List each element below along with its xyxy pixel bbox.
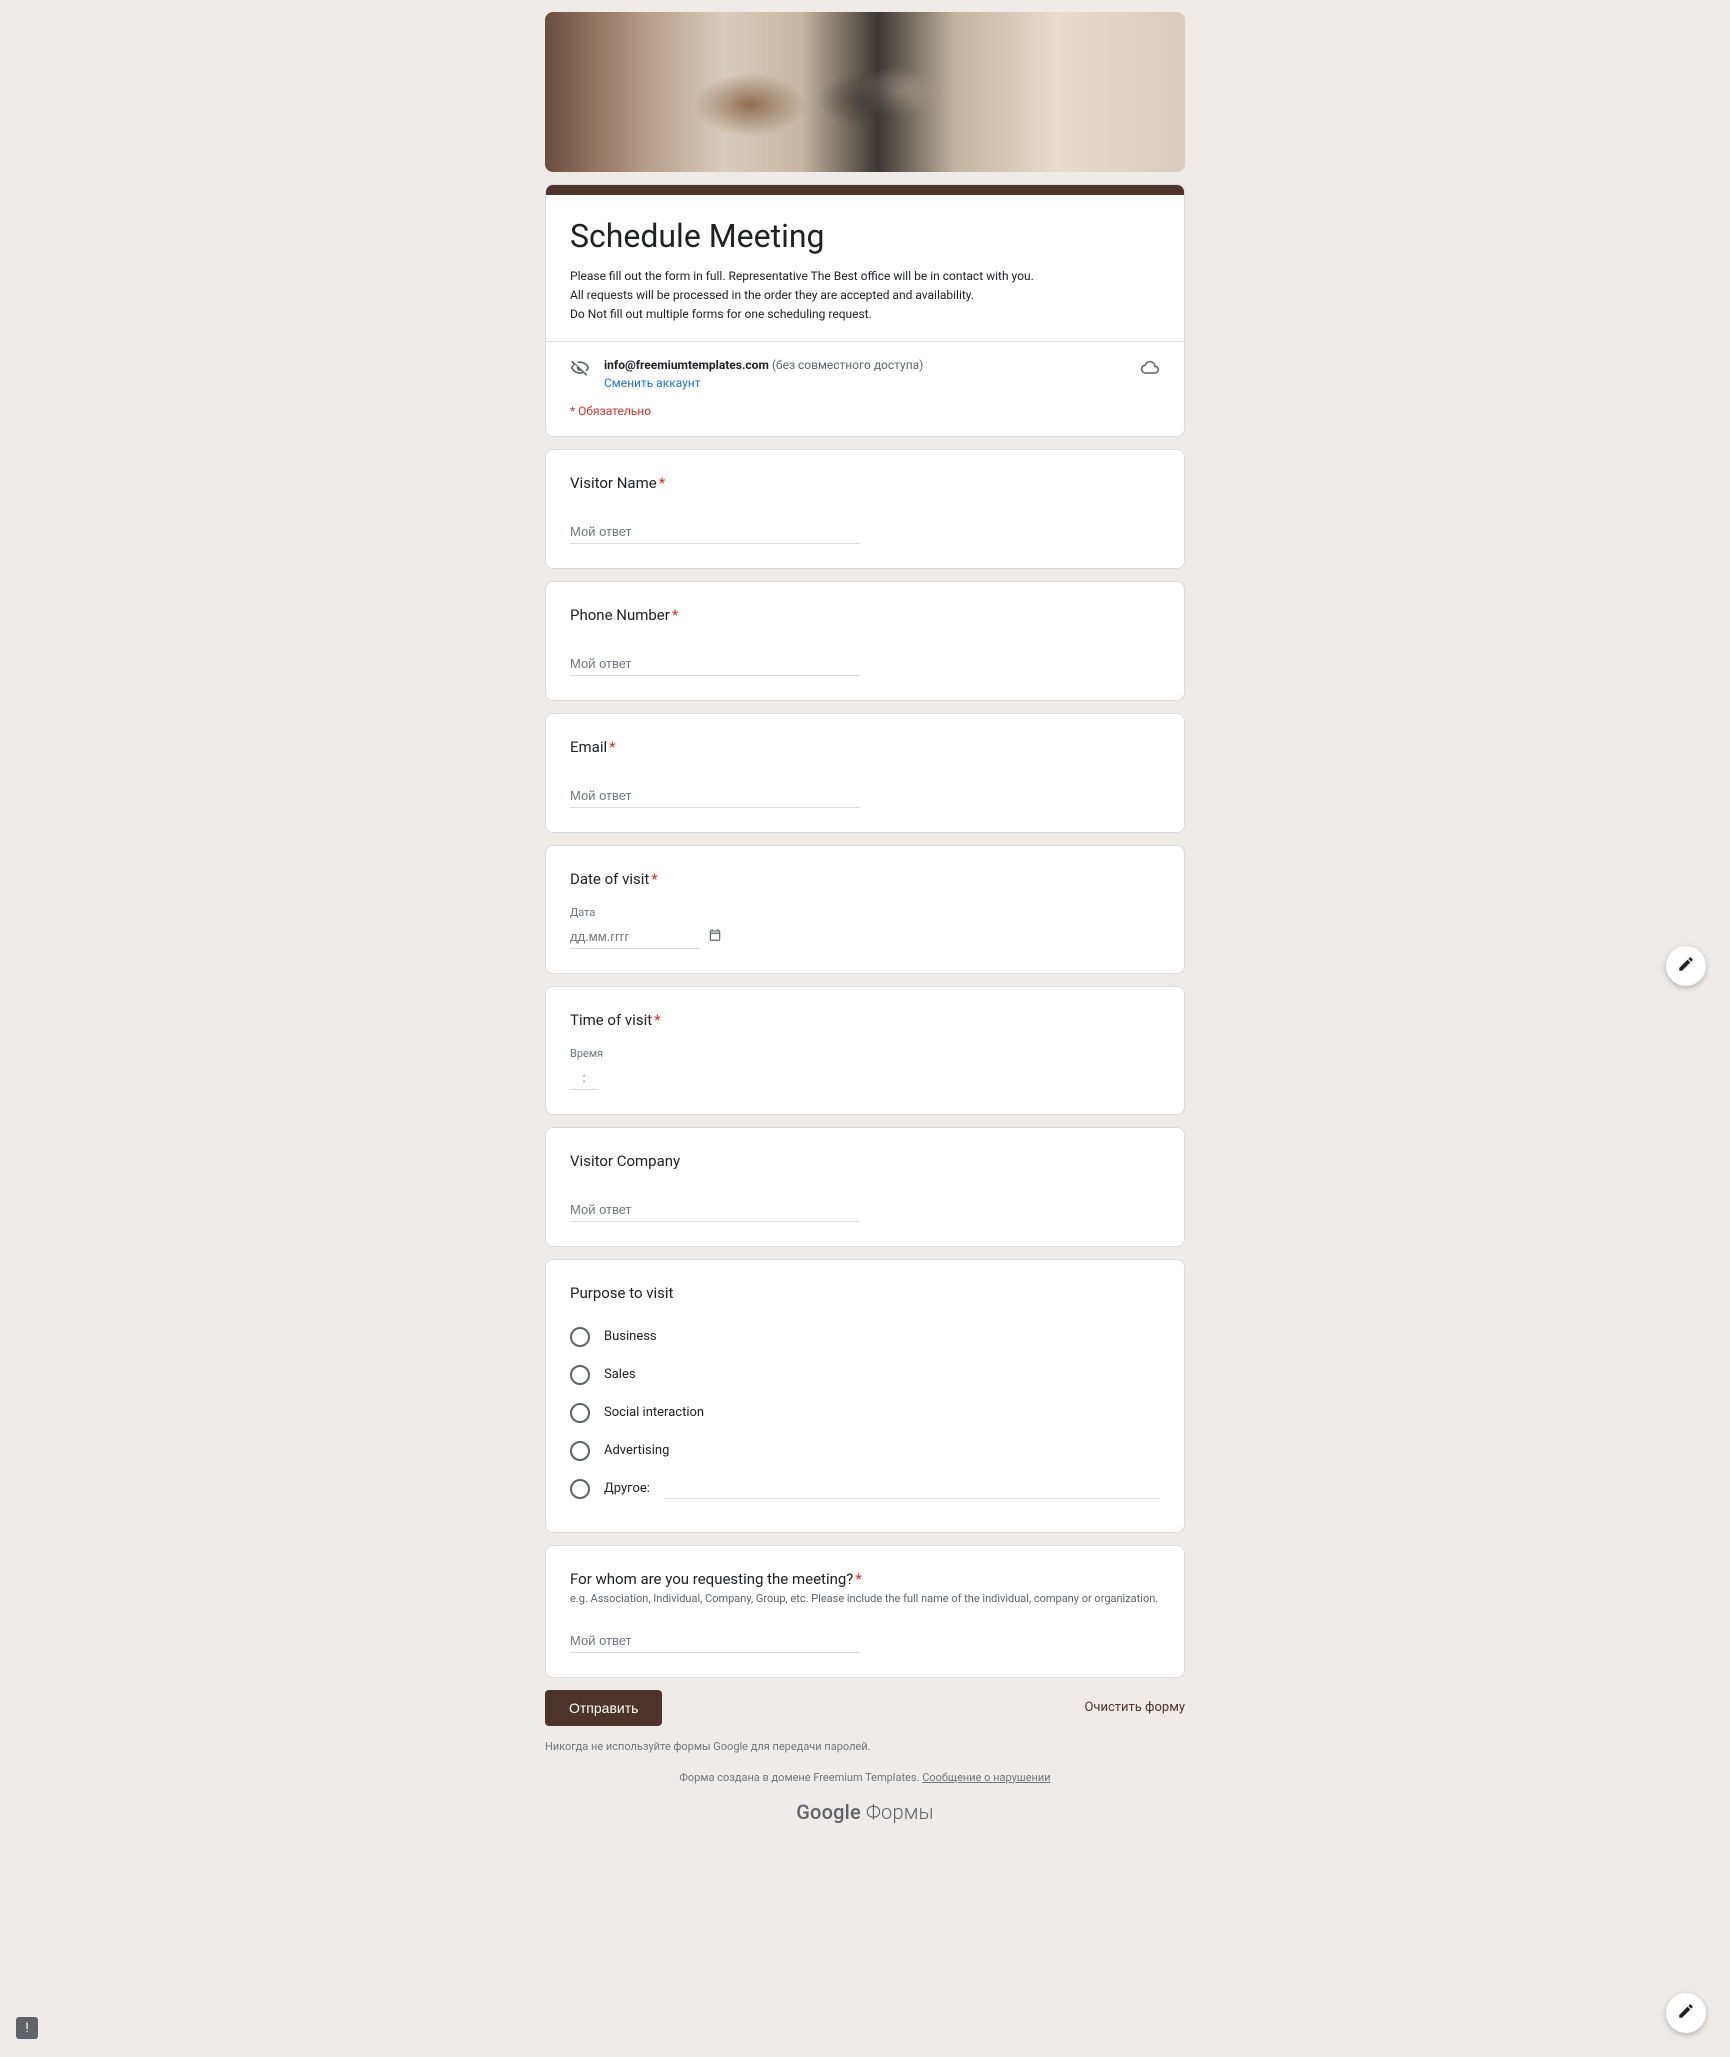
radio-option-other[interactable]: Другое:: [570, 1470, 1160, 1508]
date-sub-label: Дата: [570, 906, 1160, 919]
radio-icon: [570, 1327, 590, 1347]
radio-option-sales[interactable]: Sales: [570, 1356, 1160, 1394]
radio-option-business[interactable]: Business: [570, 1318, 1160, 1356]
report-abuse-link[interactable]: Сообщение о нарушении: [922, 1771, 1050, 1784]
radio-label: Sales: [604, 1367, 636, 1382]
question-label: Email*: [570, 738, 1160, 756]
radio-option-advertising[interactable]: Advertising: [570, 1432, 1160, 1470]
other-text-input[interactable]: [664, 1479, 1160, 1499]
question-label: Visitor Company: [570, 1152, 1160, 1170]
question-label: Visitor Name*: [570, 474, 1160, 492]
required-indicator-note: * Обязательно: [546, 394, 1184, 436]
radio-label: Другое:: [604, 1481, 650, 1496]
time-sub-label: Время: [570, 1047, 1160, 1060]
footer-domain-note: Форма создана в домене Freemium Template…: [545, 1771, 1185, 1784]
form-description: Please fill out the form in full. Repres…: [570, 267, 1160, 325]
question-label: Purpose to visit: [570, 1284, 1160, 1302]
question-label: Phone Number*: [570, 606, 1160, 624]
radio-icon: [570, 1365, 590, 1385]
question-label: For whom are you requesting the meeting?…: [570, 1570, 1160, 1588]
question-visitor-company: Visitor Company: [545, 1127, 1185, 1247]
radio-label: Business: [604, 1329, 657, 1344]
question-purpose: Purpose to visit Business Sales Social i…: [545, 1259, 1185, 1533]
eye-off-icon: [570, 358, 590, 378]
phone-input[interactable]: [570, 652, 860, 676]
report-problem-chip[interactable]: !: [16, 2017, 38, 2039]
google-forms-logo[interactable]: Google Формы: [545, 1800, 1185, 1824]
exclamation-icon: !: [25, 2021, 28, 2036]
question-visitor-name: Visitor Name*: [545, 449, 1185, 569]
pencil-icon: [1677, 955, 1695, 977]
account-sharing-note: (без совместного доступа): [772, 358, 924, 372]
form-banner-image: [545, 12, 1185, 172]
visitor-company-input[interactable]: [570, 1198, 860, 1222]
question-description: e.g. Association, Individual, Company, G…: [570, 1592, 1160, 1605]
radio-option-social[interactable]: Social interaction: [570, 1394, 1160, 1432]
visitor-name-input[interactable]: [570, 520, 860, 544]
radio-icon: [570, 1479, 590, 1499]
pencil-icon: [1677, 2002, 1695, 2024]
question-time-of-visit: Time of visit* Время: [545, 986, 1185, 1115]
time-input[interactable]: [570, 1066, 598, 1090]
cloud-icon: [1140, 358, 1160, 378]
account-email: info@freemiumtemplates.com: [604, 358, 769, 372]
question-email: Email*: [545, 713, 1185, 833]
question-for-whom: For whom are you requesting the meeting?…: [545, 1545, 1185, 1678]
radio-icon: [570, 1441, 590, 1461]
form-title: Schedule Meeting: [570, 217, 1160, 255]
question-phone: Phone Number*: [545, 581, 1185, 701]
edit-form-button[interactable]: [1666, 946, 1706, 986]
submit-button[interactable]: Отправить: [545, 1690, 662, 1726]
switch-account-link[interactable]: Сменить аккаунт: [604, 376, 701, 390]
password-warning: Никогда не используйте формы Google для …: [545, 1740, 1185, 1753]
form-header-card: Schedule Meeting Please fill out the for…: [545, 184, 1185, 437]
question-label: Time of visit*: [570, 1011, 1160, 1029]
question-label: Date of visit*: [570, 870, 1160, 888]
radio-icon: [570, 1403, 590, 1423]
accent-bar: [546, 185, 1184, 195]
calendar-icon[interactable]: [708, 927, 722, 946]
radio-label: Social interaction: [604, 1405, 704, 1420]
email-input[interactable]: [570, 784, 860, 808]
clear-form-link[interactable]: Очистить форму: [1084, 1700, 1185, 1715]
question-date-of-visit: Date of visit* Дата: [545, 845, 1185, 974]
radio-label: Advertising: [604, 1443, 669, 1458]
for-whom-input[interactable]: [570, 1629, 860, 1653]
date-input[interactable]: [570, 925, 700, 949]
edit-form-button-bottom[interactable]: [1666, 1993, 1706, 2033]
